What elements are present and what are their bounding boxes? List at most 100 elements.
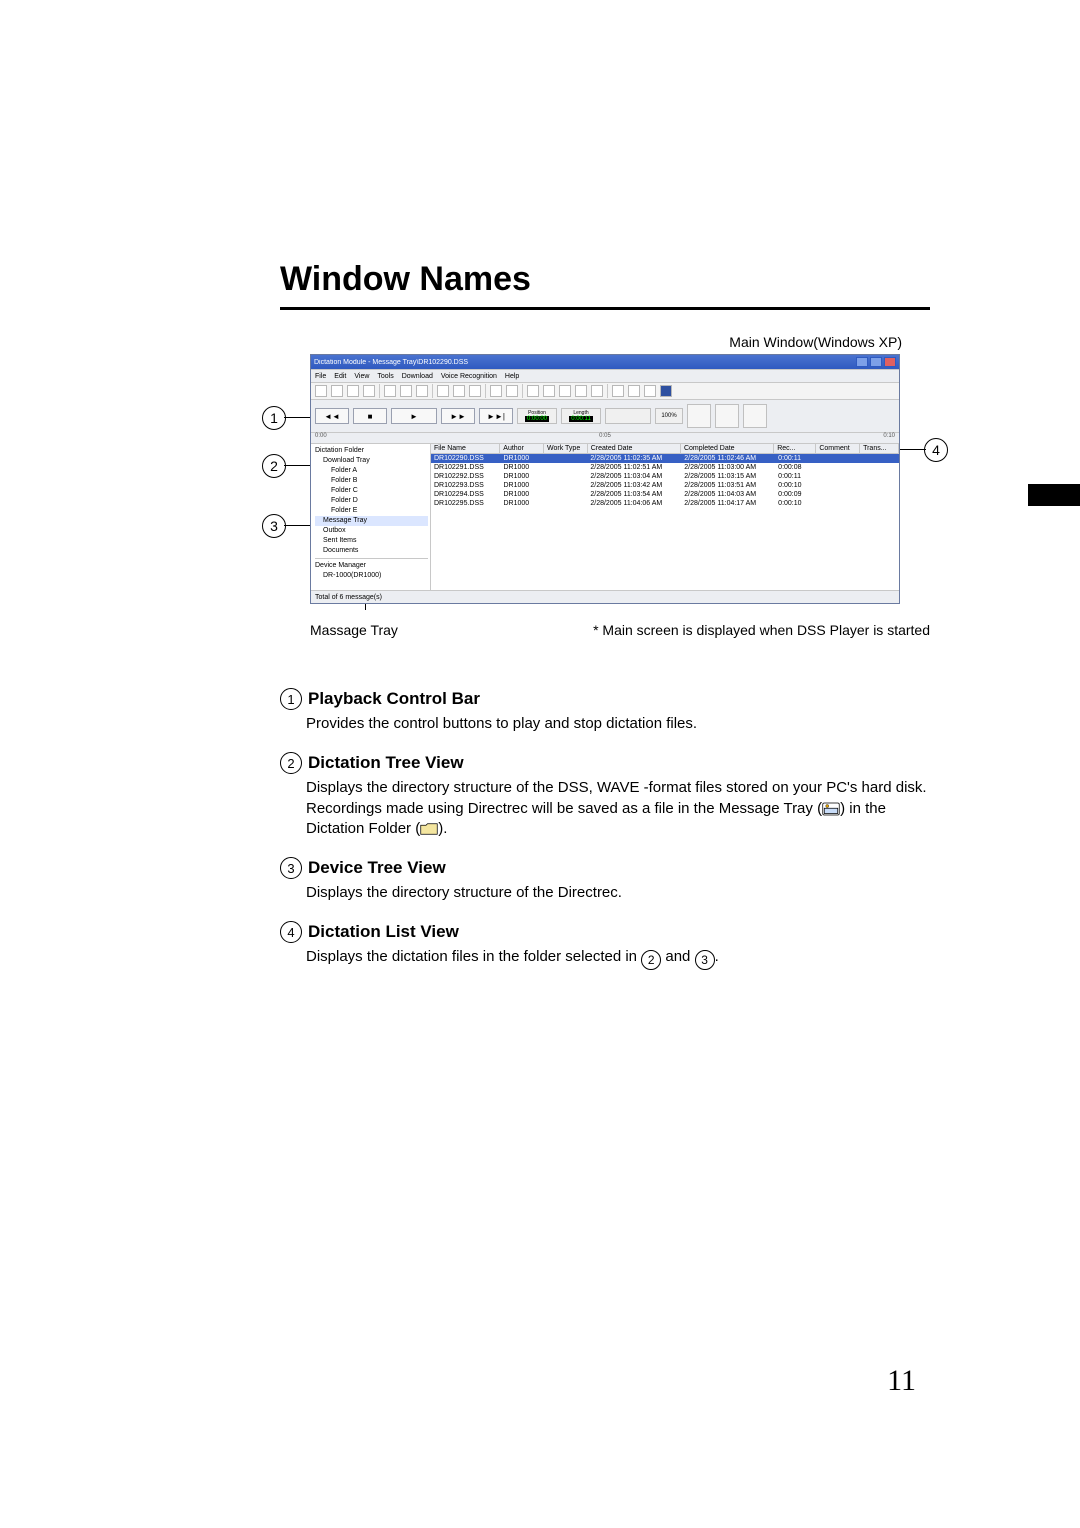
length-value: 0:00:11 [569, 416, 593, 422]
play-button[interactable]: ► [391, 408, 437, 424]
tool-icon[interactable] [559, 385, 571, 397]
table-row[interactable]: DR102294.DSSDR10002/28/2005 11:03:54 AM2… [431, 490, 899, 499]
statusbar: Total of 6 message(s) [311, 590, 899, 603]
speed-value[interactable]: 100% [655, 408, 683, 424]
tree-documents[interactable]: Documents [315, 546, 428, 556]
tree-outbox[interactable]: Outbox [315, 526, 428, 536]
warning-icon [715, 404, 739, 428]
tree-device-manager[interactable]: Device Manager [315, 561, 428, 571]
tool-icon[interactable] [506, 385, 518, 397]
stop-button[interactable]: ■ [353, 408, 387, 424]
tool-icon[interactable] [660, 385, 672, 397]
tree-download[interactable]: Download Tray [315, 456, 428, 466]
col-trans[interactable]: Trans... [860, 444, 899, 453]
ff-button[interactable]: ►► [441, 408, 475, 424]
tree-message-tray[interactable]: Message Tray [315, 516, 428, 526]
title-rule [280, 307, 930, 310]
screenshot-caption: Main Window(Windows XP) [280, 334, 930, 350]
minimize-button[interactable] [856, 357, 868, 367]
callout-3-lead [284, 525, 310, 526]
tool-icon[interactable] [591, 385, 603, 397]
callout-2-lead [284, 465, 310, 466]
menu-help[interactable]: Help [505, 373, 519, 380]
tree-separator [315, 558, 428, 559]
tool-icon[interactable] [469, 385, 481, 397]
tree-device[interactable]: DR-1000(DR1000) [315, 571, 428, 581]
dictation-tree-view[interactable]: Dictation Folder Download Tray Folder A … [311, 444, 431, 590]
callout-4-lead [900, 449, 926, 450]
tree-folder-a[interactable]: Folder A [315, 466, 428, 476]
col-created[interactable]: Created Date [588, 444, 681, 453]
tool-icon[interactable] [331, 385, 343, 397]
list-header[interactable]: File Name Author Work Type Created Date … [431, 444, 899, 454]
message-tray-icon [822, 802, 840, 816]
menu-tools[interactable]: Tools [377, 373, 393, 380]
toolbar-separator [485, 384, 486, 398]
tool-icon[interactable] [347, 385, 359, 397]
ref-2: 2 [641, 950, 661, 970]
tool-icon[interactable] [384, 385, 396, 397]
tool-icon[interactable] [527, 385, 539, 397]
tool-icon[interactable] [437, 385, 449, 397]
skip-button[interactable]: ►►| [479, 408, 513, 424]
tree-folder-c[interactable]: Folder C [315, 486, 428, 496]
tool-icon[interactable] [575, 385, 587, 397]
table-row[interactable]: DR102290.DSSDR10002/28/2005 11:02:35 AM2… [431, 454, 899, 463]
volume-panel[interactable] [605, 408, 651, 424]
tree-root[interactable]: Dictation Folder [315, 446, 428, 456]
col-work-type[interactable]: Work Type [544, 444, 588, 453]
col-completed[interactable]: Completed Date [681, 444, 774, 453]
maximize-button[interactable] [870, 357, 882, 367]
toolbar-separator [607, 384, 608, 398]
callout-1: 1 [262, 406, 286, 430]
tree-folder-b[interactable]: Folder B [315, 476, 428, 486]
status-text: Total of 6 message(s) [315, 594, 382, 601]
col-comment[interactable]: Comment [816, 444, 860, 453]
def-2-body-a: Displays the directory structure of the … [306, 778, 930, 798]
table-row[interactable]: DR102295.DSSDR10002/28/2005 11:04:06 AM2… [431, 499, 899, 508]
window-titlebar: Dictation Module - Message Tray\DR102290… [311, 355, 899, 369]
tool-icon[interactable] [363, 385, 375, 397]
col-rec[interactable]: Rec... [774, 444, 816, 453]
device-icon [687, 404, 711, 428]
tool-icon[interactable] [644, 385, 656, 397]
col-file-name[interactable]: File Name [431, 444, 500, 453]
tool-icon[interactable] [543, 385, 555, 397]
menu-view[interactable]: View [354, 373, 369, 380]
close-button[interactable] [884, 357, 896, 367]
tool-icon[interactable] [628, 385, 640, 397]
table-row[interactable]: DR102293.DSSDR10002/28/2005 11:03:42 AM2… [431, 481, 899, 490]
def-4-body: Displays the dictation files in the fold… [306, 947, 930, 970]
time-t0: 0:00 [315, 433, 327, 443]
def-2-body-b: Recordings made using Directrec will be … [306, 799, 930, 840]
def-1: 1Playback Control Bar Provides the contr… [280, 688, 930, 734]
tool-icon[interactable] [490, 385, 502, 397]
tool-icon[interactable] [416, 385, 428, 397]
menu-voice[interactable]: Voice Recognition [441, 373, 497, 380]
time-t2: 0:10 [883, 433, 895, 443]
time-scale: 0:00 0:05 0:10 [311, 433, 899, 444]
dictation-list-view[interactable]: File Name Author Work Type Created Date … [431, 444, 899, 590]
menu-edit[interactable]: Edit [334, 373, 346, 380]
tool-icon[interactable] [453, 385, 465, 397]
tool-icon[interactable] [612, 385, 624, 397]
table-row[interactable]: DR102291.DSSDR10002/28/2005 11:02:51 AM2… [431, 463, 899, 472]
rewind-button[interactable]: ◄◄ [315, 408, 349, 424]
page-number: 11 [887, 1364, 916, 1398]
menu-file[interactable]: File [315, 373, 326, 380]
tool-icon[interactable] [400, 385, 412, 397]
tree-folder-d[interactable]: Folder D [315, 496, 428, 506]
menu-download[interactable]: Download [402, 373, 433, 380]
def-2-title: Dictation Tree View [308, 753, 464, 773]
col-author[interactable]: Author [500, 444, 544, 453]
tool-icon[interactable] [315, 385, 327, 397]
screenshot-footnote: * Main screen is displayed when DSS Play… [593, 622, 930, 638]
time-t1: 0:05 [599, 433, 611, 443]
def-2: 2Dictation Tree View Displays the direct… [280, 752, 930, 839]
tree-sent-items[interactable]: Sent Items [315, 536, 428, 546]
main-window-screenshot: Dictation Module - Message Tray\DR102290… [310, 354, 900, 604]
toolbar-separator [522, 384, 523, 398]
def-3: 3Device Tree View Displays the directory… [280, 857, 930, 903]
tree-folder-e[interactable]: Folder E [315, 506, 428, 516]
table-row[interactable]: DR102292.DSSDR10002/28/2005 11:03:04 AM2… [431, 472, 899, 481]
